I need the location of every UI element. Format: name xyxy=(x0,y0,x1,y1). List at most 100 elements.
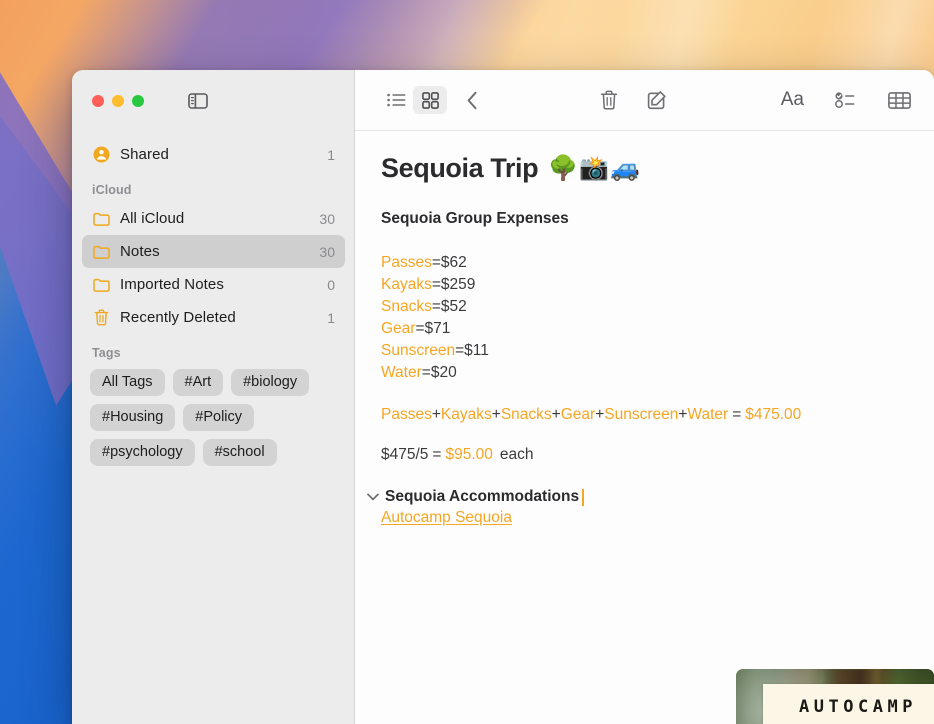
sidebar-item-label: Recently Deleted xyxy=(120,309,236,326)
sidebar-item-count: 0 xyxy=(327,276,335,293)
note-content[interactable]: Sequoia Trip 🌳📸🚙 Sequoia Group Expenses … xyxy=(355,131,934,724)
close-button[interactable] xyxy=(92,95,104,107)
sidebar-item-notes[interactable]: Notes 30 xyxy=(82,235,345,268)
tag-biology[interactable]: #biology xyxy=(231,369,310,396)
expense-row: Passes=$62 xyxy=(381,252,910,274)
expense-value: $11 xyxy=(464,342,489,359)
trash-icon xyxy=(92,309,110,327)
note-title-text: Sequoia Trip xyxy=(381,153,539,183)
expense-row: Water=$20 xyxy=(381,362,910,384)
desktop-wallpaper: Shared 1 iCloud All iCloud 30 Notes 30 I… xyxy=(0,0,934,724)
expense-name: Sunscreen xyxy=(381,342,456,359)
sidebar-item-count: 30 xyxy=(319,210,335,227)
notes-window: Shared 1 iCloud All iCloud 30 Notes 30 I… xyxy=(72,70,934,724)
back-chevron-icon[interactable] xyxy=(455,86,489,114)
sidebar-section-icloud-title: iCloud xyxy=(92,183,132,197)
formula-term: Gear xyxy=(560,406,596,423)
formula-term: Kayaks xyxy=(440,406,492,423)
sidebar-section-tags-title: Tags xyxy=(92,346,121,360)
gallery-view-icon[interactable] xyxy=(413,86,447,114)
page-title: Sequoia Trip 🌳📸🚙 xyxy=(381,153,910,184)
list-view-icon[interactable] xyxy=(379,86,413,114)
delete-note-button[interactable] xyxy=(592,86,626,114)
expense-row: Kayaks=$259 xyxy=(381,274,910,296)
split-suffix: each xyxy=(499,446,534,463)
format-text-button[interactable]: Aa xyxy=(777,89,808,111)
expense-name: Passes xyxy=(381,254,432,271)
note-subtitle: Sequoia Group Expenses xyxy=(381,210,569,227)
expense-row: Sunscreen=$11 xyxy=(381,340,910,362)
sidebar: Shared 1 iCloud All iCloud 30 Notes 30 I… xyxy=(72,70,355,724)
sidebar-item-label: Notes xyxy=(120,243,160,260)
autocamp-logo-button[interactable]: AUTOCAMP xyxy=(763,684,934,724)
table-icon[interactable] xyxy=(882,86,916,114)
expense-value: $71 xyxy=(424,320,451,337)
sidebar-item-shared[interactable]: Shared 1 xyxy=(82,138,345,171)
sidebar-item-count: 30 xyxy=(319,243,335,260)
tag-list: All Tags #Art #biology #Housing #Policy … xyxy=(72,365,355,466)
split-row: $475/5 = $95.00 each xyxy=(381,446,910,464)
sidebar-scroll-area[interactable]: Shared 1 iCloud All iCloud 30 Notes 30 I… xyxy=(72,132,355,724)
compose-note-button[interactable] xyxy=(640,86,674,114)
expense-operator: = xyxy=(415,320,425,337)
folder-icon xyxy=(92,210,110,228)
total-result: $475.00 xyxy=(745,406,802,423)
expense-name: Kayaks xyxy=(381,276,432,293)
formula-term: Sunscreen xyxy=(604,406,679,423)
expense-value: $259 xyxy=(440,276,476,293)
sidebar-item-imported-notes[interactable]: Imported Notes 0 xyxy=(82,268,345,301)
note-detail-pane: Aa Sequoia Trip 🌳📸🚙 Sequoia Group Expens… xyxy=(355,70,934,724)
formula-term: Snacks xyxy=(500,406,552,423)
accommodations-heading: Sequoia Accommodations xyxy=(385,488,580,505)
zoom-button[interactable] xyxy=(132,95,144,107)
sidebar-item-count: 1 xyxy=(327,146,335,163)
autocamp-link[interactable]: Autocamp Sequoia xyxy=(381,509,910,527)
sidebar-item-count: 1 xyxy=(327,309,335,326)
expense-operator: = xyxy=(421,364,431,381)
expense-name: Water xyxy=(381,364,422,381)
total-formula-row: Passes+Kayaks+Snacks+Gear+Sunscreen+Wate… xyxy=(381,406,802,423)
split-result: $95.00 xyxy=(445,446,493,463)
sidebar-titlebar xyxy=(72,70,355,132)
formula-term: Water xyxy=(687,406,729,423)
sidebar-item-all-icloud[interactable]: All iCloud 30 xyxy=(82,202,345,235)
expense-value: $52 xyxy=(440,298,467,315)
accommodations-heading-row: Sequoia Accommodations xyxy=(365,488,910,506)
sidebar-toggle-icon[interactable] xyxy=(186,89,210,113)
sidebar-item-recently-deleted[interactable]: Recently Deleted 1 xyxy=(82,301,345,334)
expense-name: Gear xyxy=(381,320,416,337)
expense-operator: = xyxy=(431,298,441,315)
autocamp-logo-text: AUTOCAMP xyxy=(799,697,917,717)
split-expression: $475/5 xyxy=(381,446,429,463)
note-toolbar: Aa xyxy=(355,70,934,131)
expense-list: Passes=$62 Kayaks=$259 Snacks=$52 Gear=$… xyxy=(381,252,910,384)
expense-value: $62 xyxy=(440,254,467,271)
expense-name: Snacks xyxy=(381,298,432,315)
tag-art[interactable]: #Art xyxy=(172,369,224,396)
sidebar-item-label: All iCloud xyxy=(120,210,185,227)
folder-icon xyxy=(92,243,110,261)
expense-value: $20 xyxy=(430,364,457,381)
split-equals: = xyxy=(432,446,442,463)
chevron-down-icon[interactable] xyxy=(365,493,381,501)
tag-psychology[interactable]: #psychology xyxy=(90,439,195,466)
minimize-button[interactable] xyxy=(112,95,124,107)
shared-person-icon xyxy=(92,146,110,164)
sidebar-item-label: Shared xyxy=(120,146,169,163)
note-title-emoji: 🌳📸🚙 xyxy=(548,155,641,182)
tag-policy[interactable]: #Policy xyxy=(183,404,255,431)
link-preview-photo[interactable]: AUTOCAMP BOOK NOW xyxy=(736,669,934,724)
tag-all-tags[interactable]: All Tags xyxy=(90,369,165,396)
expense-operator: = xyxy=(455,342,465,359)
expense-row: Gear=$71 xyxy=(381,318,910,340)
folder-icon xyxy=(92,276,110,294)
formula-term: Passes xyxy=(381,406,432,423)
tag-school[interactable]: #school xyxy=(202,439,277,466)
tag-housing[interactable]: #Housing xyxy=(90,404,176,431)
checklist-icon[interactable] xyxy=(828,86,862,114)
formula-equals: = xyxy=(732,406,742,423)
text-cursor xyxy=(582,488,585,506)
expense-row: Snacks=$52 xyxy=(381,296,910,318)
sidebar-item-label: Imported Notes xyxy=(120,276,224,293)
expense-operator: = xyxy=(431,276,441,293)
